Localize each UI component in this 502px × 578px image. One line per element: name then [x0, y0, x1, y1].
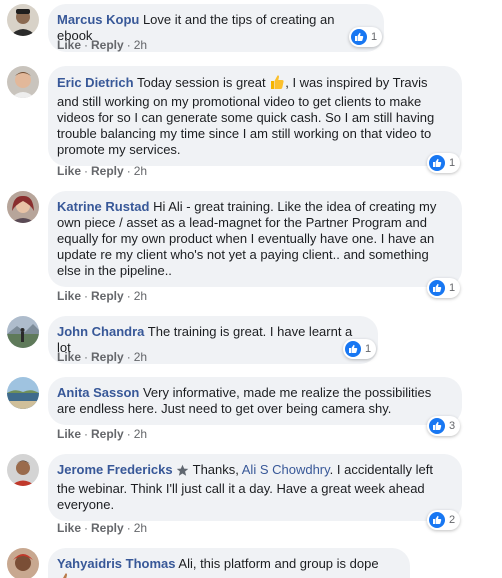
reply-link[interactable]: Reply: [91, 350, 124, 364]
reaction-count[interactable]: 2: [427, 510, 461, 530]
comment-bubble: Yahyaidris Thomas Ali, this platform and…: [48, 548, 410, 578]
comment-text: Thanks,: [189, 462, 242, 477]
timestamp[interactable]: 2h: [134, 427, 147, 441]
reaction-number: 1: [365, 343, 372, 355]
reply-link[interactable]: Reply: [91, 521, 124, 535]
comment-author[interactable]: Jerome Fredericks: [57, 462, 173, 477]
comment-text: Today session is great: [133, 75, 270, 90]
timestamp[interactable]: 2h: [134, 350, 147, 364]
user-mention-link[interactable]: Ali S Chowdhry: [242, 462, 330, 477]
reply-link[interactable]: Reply: [91, 164, 124, 178]
timestamp[interactable]: 2h: [134, 521, 147, 535]
avatar[interactable]: [7, 4, 39, 36]
comment-bubble: Katrine Rustad Hi Ali - great training. …: [48, 191, 462, 287]
reaction-count[interactable]: 1: [343, 339, 377, 359]
comment-author[interactable]: Katrine Rustad: [57, 199, 149, 214]
reaction-count[interactable]: 3: [427, 416, 461, 436]
avatar[interactable]: [7, 548, 39, 578]
reaction-number: 1: [449, 282, 456, 294]
reaction-number: 1: [371, 31, 378, 43]
comment-actions: Like · Reply · 2h: [57, 427, 148, 441]
reaction-number: 3: [449, 420, 456, 432]
like-link[interactable]: Like: [57, 164, 81, 178]
like-reaction-icon: [351, 29, 367, 45]
avatar[interactable]: [7, 377, 39, 409]
thumbs-up-emoji-icon: [269, 74, 285, 94]
timestamp[interactable]: 2h: [134, 289, 147, 303]
comment-author[interactable]: Eric Dietrich: [57, 75, 134, 90]
like-reaction-icon: [429, 280, 445, 296]
comment-text: Ali, this platform and group is dope: [175, 556, 379, 571]
comment-author[interactable]: Yahyaidris Thomas: [57, 556, 176, 571]
like-reaction-icon: [429, 418, 445, 434]
comment-actions: Like · Reply · 2h: [57, 164, 148, 178]
star-badge-icon: [176, 464, 189, 481]
reaction-count[interactable]: 1: [427, 278, 461, 298]
timestamp[interactable]: 2h: [134, 164, 147, 178]
like-link[interactable]: Like: [57, 350, 81, 364]
comment-author[interactable]: Marcus Kopu: [57, 12, 139, 27]
avatar[interactable]: [7, 316, 39, 348]
reaction-number: 2: [449, 514, 456, 526]
avatar[interactable]: [7, 66, 39, 98]
avatar[interactable]: [7, 454, 39, 486]
reply-link[interactable]: Reply: [91, 289, 124, 303]
reaction-count[interactable]: 1: [349, 27, 383, 47]
like-link[interactable]: Like: [57, 521, 81, 535]
like-reaction-icon: [345, 341, 361, 357]
comment-author[interactable]: John Chandra: [57, 324, 144, 339]
comment-actions: Like · Reply · 2h: [57, 38, 148, 52]
reaction-number: 1: [449, 157, 456, 169]
comment-actions: Like · Reply · 2h: [57, 289, 148, 303]
timestamp[interactable]: 2h: [134, 38, 147, 52]
reply-link[interactable]: Reply: [91, 38, 124, 52]
reply-link[interactable]: Reply: [91, 427, 124, 441]
like-reaction-icon: [429, 512, 445, 528]
like-link[interactable]: Like: [57, 289, 81, 303]
comment-bubble: Eric Dietrich Today session is great , I…: [48, 66, 462, 166]
comment-actions: Like · Reply · 2h: [57, 521, 148, 535]
comment-author[interactable]: Anita Sasson: [57, 385, 139, 400]
thumbs-up-emoji-icon: [57, 572, 73, 578]
comment-actions: Like · Reply · 2h: [57, 350, 148, 364]
comment-bubble: Jerome Fredericks Thanks, Ali S Chowdhry…: [48, 454, 462, 521]
comment-bubble: Anita Sasson Very informative, made me r…: [48, 377, 462, 425]
like-reaction-icon: [429, 155, 445, 171]
like-link[interactable]: Like: [57, 38, 81, 52]
like-link[interactable]: Like: [57, 427, 81, 441]
reaction-count[interactable]: 1: [427, 153, 461, 173]
avatar[interactable]: [7, 191, 39, 223]
